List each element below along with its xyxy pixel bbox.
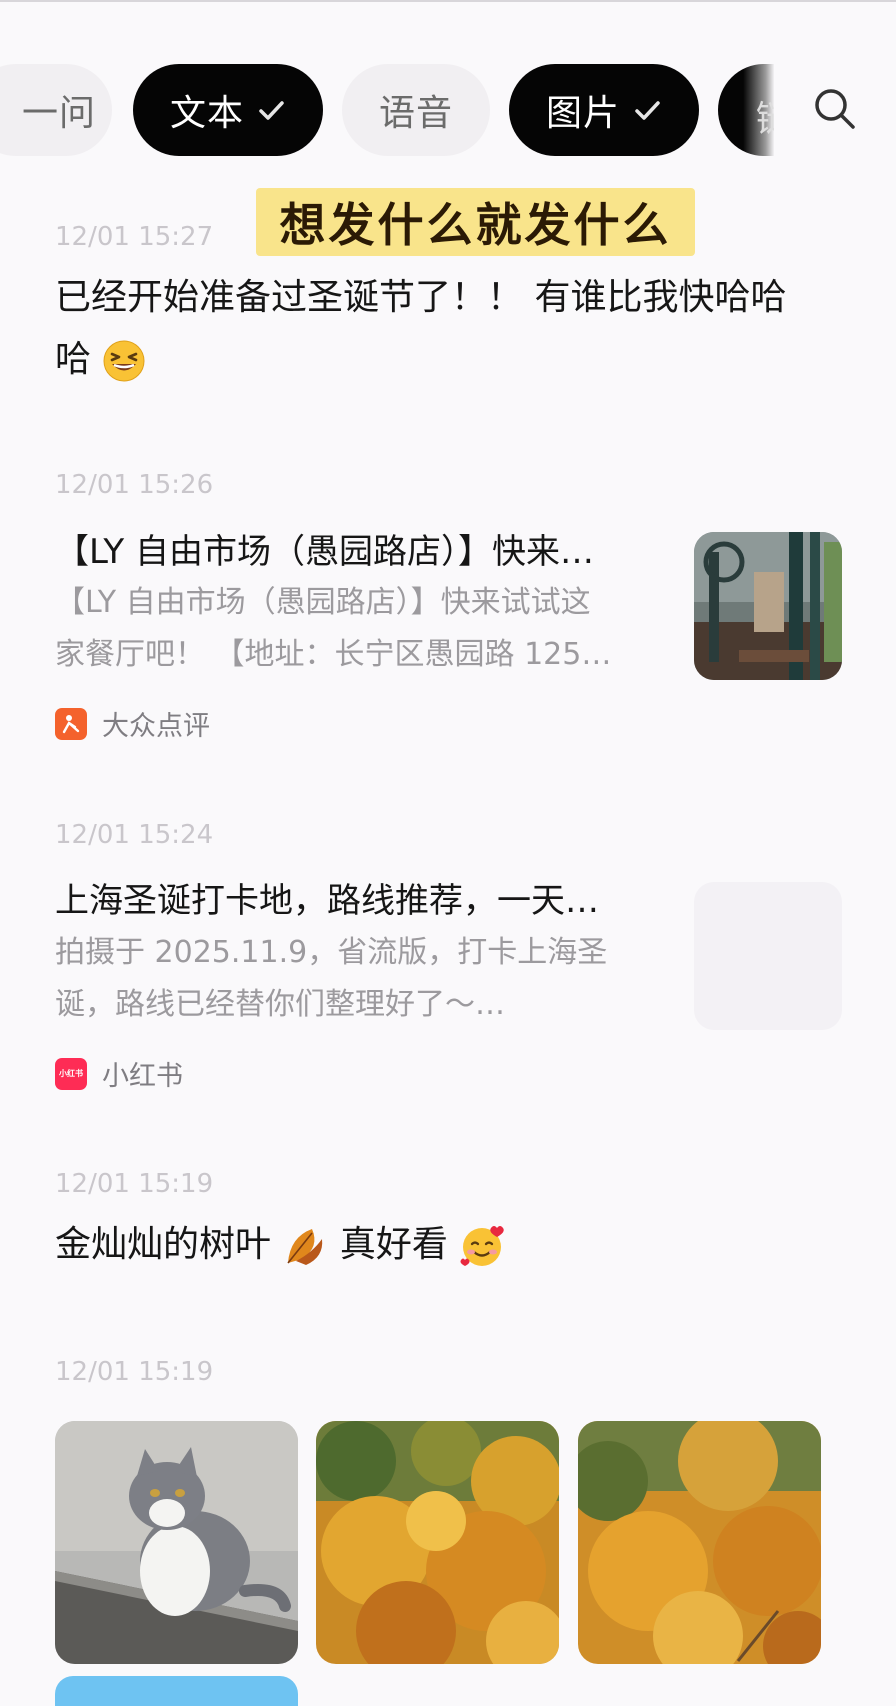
autumn-tree-photo[interactable] bbox=[578, 1421, 821, 1664]
card-description-line: 家餐厅吧！ 【地址：长宁区愚园路 125… bbox=[55, 637, 612, 672]
filter-chip-voice[interactable]: 语音 bbox=[342, 64, 490, 156]
message-text: 金灿灿的树叶 bbox=[55, 1224, 272, 1265]
caption-banner: 想发什么就发什么 bbox=[256, 188, 695, 256]
card-description-line: 诞，路线已经替你们整理好了～… bbox=[55, 987, 505, 1022]
source-name: 小红书 bbox=[102, 1061, 183, 1092]
filter-chip-ask[interactable]: 一问 bbox=[0, 64, 112, 156]
post-thumbnail-placeholder bbox=[694, 882, 842, 1030]
message-timestamp: 12/01 15:26 bbox=[55, 470, 214, 500]
filter-chip-label: 链 bbox=[756, 90, 774, 142]
check-icon bbox=[259, 101, 284, 120]
text-message[interactable]: 已经开始准备过圣诞节了！！ 有谁比我快哈哈 哈 bbox=[55, 268, 786, 390]
search-icon[interactable] bbox=[812, 86, 858, 132]
text-message[interactable]: 金灿灿的树叶 真好看 bbox=[55, 1215, 507, 1275]
photo-preview-next-row[interactable] bbox=[55, 1676, 298, 1706]
filter-chip-text[interactable]: 文本 bbox=[133, 64, 323, 156]
dianping-logo-icon bbox=[55, 707, 87, 740]
message-timestamp: 12/01 15:19 bbox=[55, 1169, 214, 1199]
card-source: 大众点评 bbox=[55, 704, 210, 743]
autumn-tree-photo[interactable] bbox=[316, 1421, 559, 1664]
filter-chip-link[interactable]: 链 bbox=[718, 64, 774, 156]
message-timestamp: 12/01 15:19 bbox=[55, 1357, 214, 1387]
fallen-leaf-emoji bbox=[287, 1229, 323, 1265]
card-description-line: 拍摄于 2025.11.9，省流版，打卡上海圣 bbox=[55, 935, 608, 970]
filter-bar: 一问 文本 语音 图片 链 bbox=[0, 0, 896, 165]
card-description: 【LY 自由市场（愚园路店）】快来试试这 家餐厅吧！ 【地址：长宁区愚园路 12… bbox=[55, 577, 665, 681]
message-timestamp: 12/01 15:27 bbox=[55, 222, 214, 252]
filter-chip-label: 文本 bbox=[169, 93, 244, 134]
card-description-line: 【LY 自由市场（愚园路店）】快来试试这 bbox=[55, 585, 591, 620]
source-name: 大众点评 bbox=[102, 711, 210, 742]
cat-photo[interactable] bbox=[55, 1421, 298, 1664]
message-text-line: 已经开始准备过圣诞节了！！ 有谁比我快哈哈 bbox=[55, 277, 787, 318]
smiling-face-with-hearts-emoji bbox=[460, 1226, 505, 1266]
restaurant-thumbnail bbox=[694, 532, 842, 680]
filter-chip-image[interactable]: 图片 bbox=[509, 64, 699, 156]
grinning-squinting-face-emoji bbox=[103, 340, 145, 382]
filter-chip-label: 图片 bbox=[545, 93, 620, 134]
check-icon bbox=[635, 101, 660, 120]
filter-chip-label: 一问 bbox=[21, 93, 96, 134]
message-timestamp: 12/01 15:24 bbox=[55, 820, 214, 850]
message-text: 真好看 bbox=[339, 1224, 448, 1265]
card-source: 小红书 小红书 bbox=[55, 1054, 183, 1093]
card-title: 【LY 自由市场（愚园路店）】快来… bbox=[55, 532, 595, 572]
card-description: 拍摄于 2025.11.9，省流版，打卡上海圣 诞，路线已经替你们整理好了～… bbox=[55, 927, 665, 1031]
xiaohongshu-logo-icon: 小红书 bbox=[55, 1057, 87, 1090]
filter-chip-label: 语音 bbox=[378, 93, 453, 134]
card-title: 上海圣诞打卡地，路线推荐，一天… bbox=[55, 881, 599, 921]
message-text-line: 哈 bbox=[55, 339, 92, 380]
